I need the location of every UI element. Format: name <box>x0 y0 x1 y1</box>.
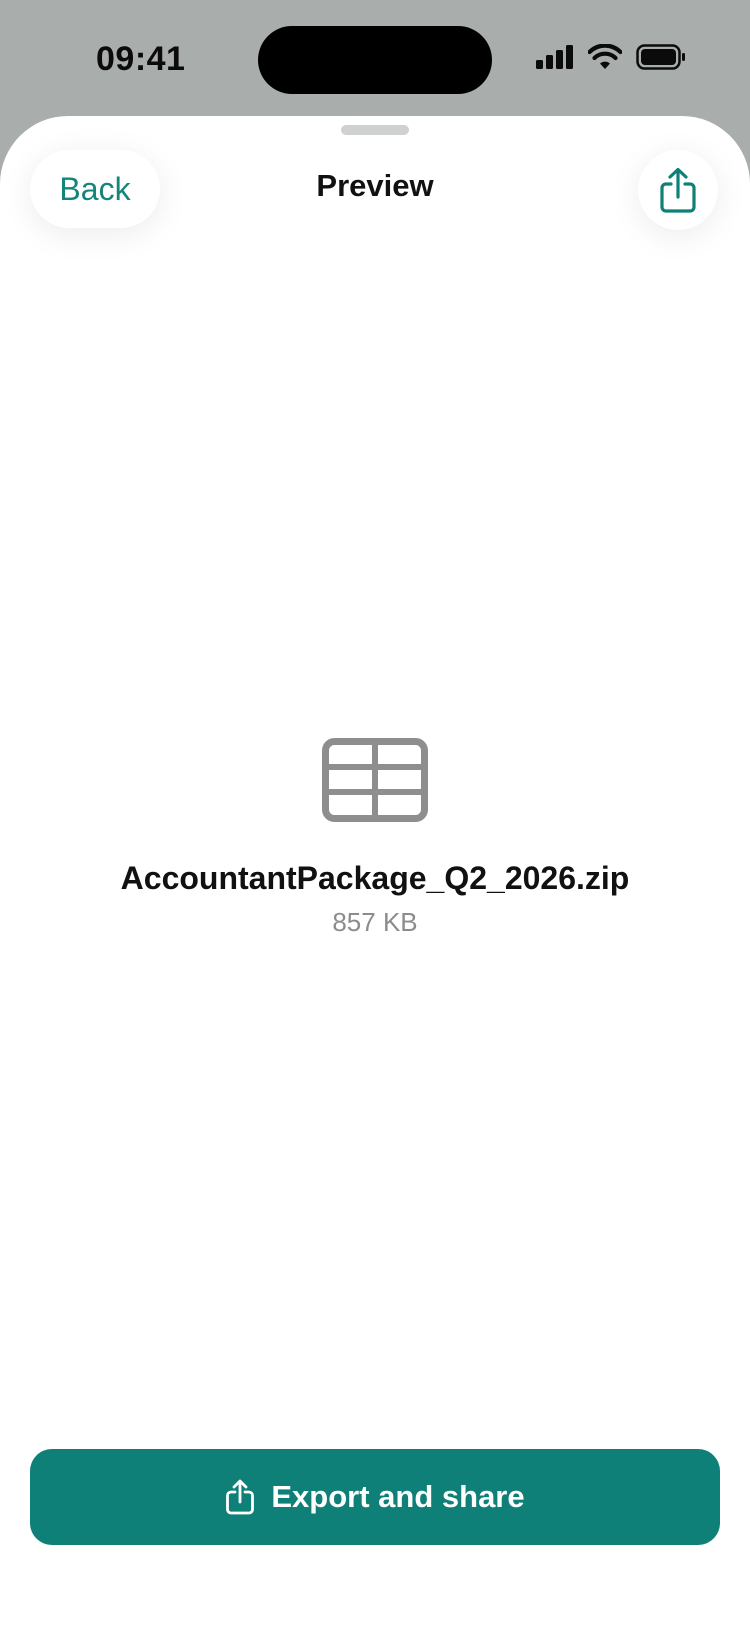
share-button[interactable] <box>638 150 718 230</box>
battery-icon <box>636 44 685 70</box>
status-icons <box>536 44 686 70</box>
share-icon <box>660 167 696 213</box>
file-info: AccountantPackage_Q2_2026.zip 857 KB <box>0 738 750 938</box>
file-size: 857 KB <box>332 907 418 937</box>
cellular-signal-icon <box>536 45 573 69</box>
export-button-label: Export and share <box>271 1479 525 1514</box>
wifi-icon <box>588 44 622 69</box>
screen: 09:41 Back Preview AccountantPackage_Q2_… <box>0 0 750 1631</box>
export-and-share-button[interactable]: Export and share <box>30 1449 720 1545</box>
status-bar: 09:41 <box>0 0 750 118</box>
share-icon <box>226 1479 255 1515</box>
status-time: 09:41 <box>96 40 186 78</box>
sheet-grabber[interactable] <box>341 125 409 135</box>
file-name: AccountantPackage_Q2_2026.zip <box>120 860 630 896</box>
dynamic-island <box>258 26 492 94</box>
spreadsheet-table-icon <box>322 738 428 822</box>
preview-sheet: Back Preview AccountantPackage_Q2_2026.z… <box>0 116 750 1631</box>
